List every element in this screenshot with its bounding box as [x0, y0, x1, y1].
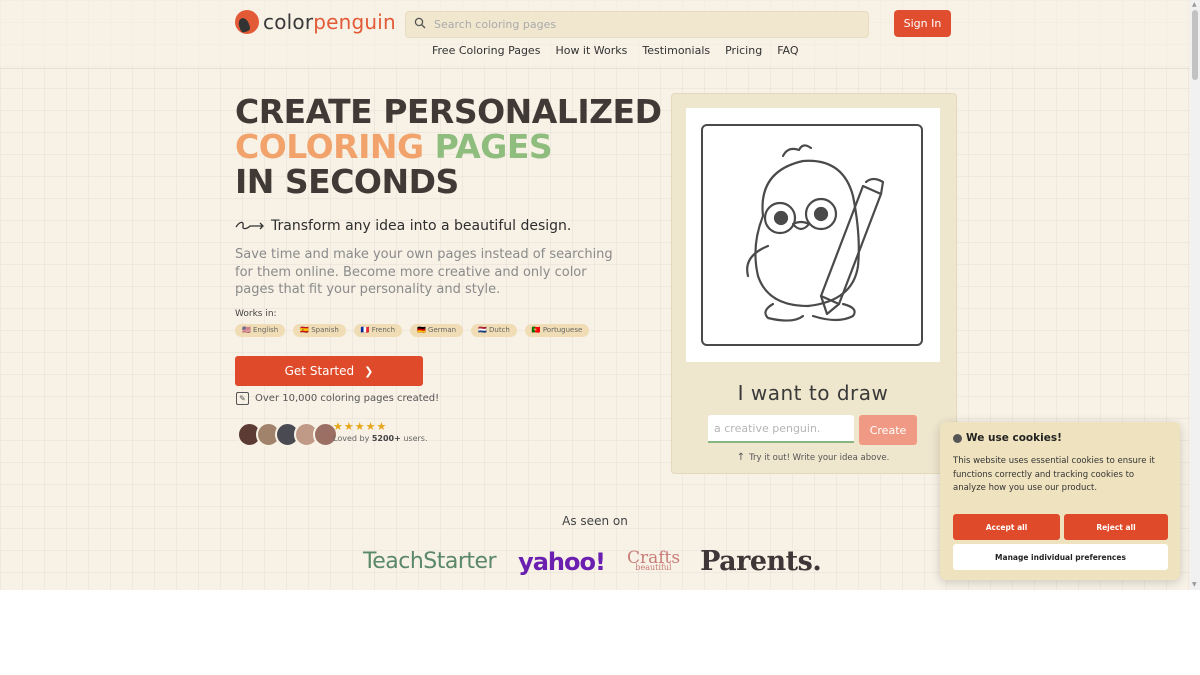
cookie-banner: We use cookies! This website uses essent… [940, 422, 1180, 580]
user-rating: ★★★★★ Loved by 5200+ users. [333, 420, 428, 444]
language-badge: 🇫🇷 French [353, 324, 403, 337]
scrollbar-thumb[interactable] [1192, 10, 1198, 80]
works-in-label: Works in: [235, 309, 277, 319]
crafts-logo: Crafts beautiful [626, 547, 681, 572]
nav-pricing[interactable]: Pricing [725, 44, 762, 57]
logo-wordmark: colorpenguin [263, 10, 396, 34]
cookie-text: This website uses essential cookies to e… [953, 456, 1155, 493]
idea-input[interactable] [708, 415, 854, 443]
site-header: colorpenguin Sign In Free Coloring Pages… [0, 0, 1190, 69]
create-button[interactable]: Create [859, 415, 917, 445]
search-input[interactable] [432, 17, 836, 32]
loved-by-text: Loved by 5200+ users. [333, 434, 428, 443]
edit-page-icon: ✎ [236, 392, 249, 405]
star-rating-icon: ★★★★★ [333, 420, 388, 433]
language-badge: 🇵🇹 Portuguese [524, 324, 590, 337]
scroll-down-icon[interactable]: ▼ [1192, 582, 1197, 588]
press-logos: TeachStarter yahoo! Crafts beautiful Pare… [363, 546, 822, 577]
language-badge: 🇪🇸 Spanish [293, 324, 346, 337]
nav-how-it-works[interactable]: How it Works [555, 44, 627, 57]
pages-created-note: ✎ Over 10,000 coloring pages created! [236, 392, 439, 405]
arrow-up-icon: ↑ [736, 452, 746, 463]
nav-free-coloring-pages[interactable]: Free Coloring Pages [432, 44, 540, 57]
chevron-right-icon: ❯ [364, 364, 374, 378]
hero-tagline: Transform any idea into a beautiful desi… [235, 216, 571, 235]
reject-all-button[interactable]: Reject all [1064, 514, 1168, 540]
language-badge: 🇩🇪 German [410, 324, 464, 337]
nav-testimonials[interactable]: Testimonials [642, 44, 710, 57]
squiggle-arrow-icon [235, 216, 265, 235]
draw-heading: I want to draw [737, 381, 889, 405]
try-it-hint: ↑ Try it out! Write your idea above. [736, 452, 890, 463]
user-avatars [237, 422, 338, 447]
cookie-title: We use cookies! [953, 432, 1062, 444]
sign-in-button[interactable]: Sign In [894, 10, 951, 37]
teachstarter-logo: TeachStarter [363, 549, 497, 574]
manage-preferences-button[interactable]: Manage individual preferences [953, 544, 1168, 570]
nav-faq[interactable]: FAQ [777, 44, 798, 57]
logo[interactable]: colorpenguin [235, 10, 396, 34]
search-icon [414, 17, 426, 33]
hero-title: Create personalized Coloring pages in se… [235, 92, 662, 201]
language-list: 🇺🇸 English 🇪🇸 Spanish 🇫🇷 French 🇩🇪 Germa… [235, 324, 607, 337]
scrollbar[interactable]: ▲ ▼ [1190, 0, 1200, 590]
coloring-page-frame [701, 124, 923, 346]
yahoo-logo: yahoo! [518, 547, 606, 576]
language-badge: 🇳🇱 Dutch [471, 324, 517, 337]
cookie-icon [953, 433, 962, 443]
parents-logo: Parents. [700, 546, 822, 577]
accept-all-button[interactable]: Accept all [953, 514, 1060, 540]
language-badge: 🇺🇸 English [235, 324, 286, 337]
penguin-logo-icon [235, 10, 259, 34]
search-bar[interactable] [405, 11, 869, 38]
scroll-up-icon[interactable]: ▲ [1192, 2, 1197, 8]
hero-description: Save time and make your own pages instea… [235, 247, 613, 297]
main-nav: Free Coloring Pages How it Works Testimo… [432, 44, 799, 57]
get-started-button[interactable]: Get Started ❯ [235, 356, 423, 386]
penguin-with-pencil-illustration [746, 144, 885, 322]
